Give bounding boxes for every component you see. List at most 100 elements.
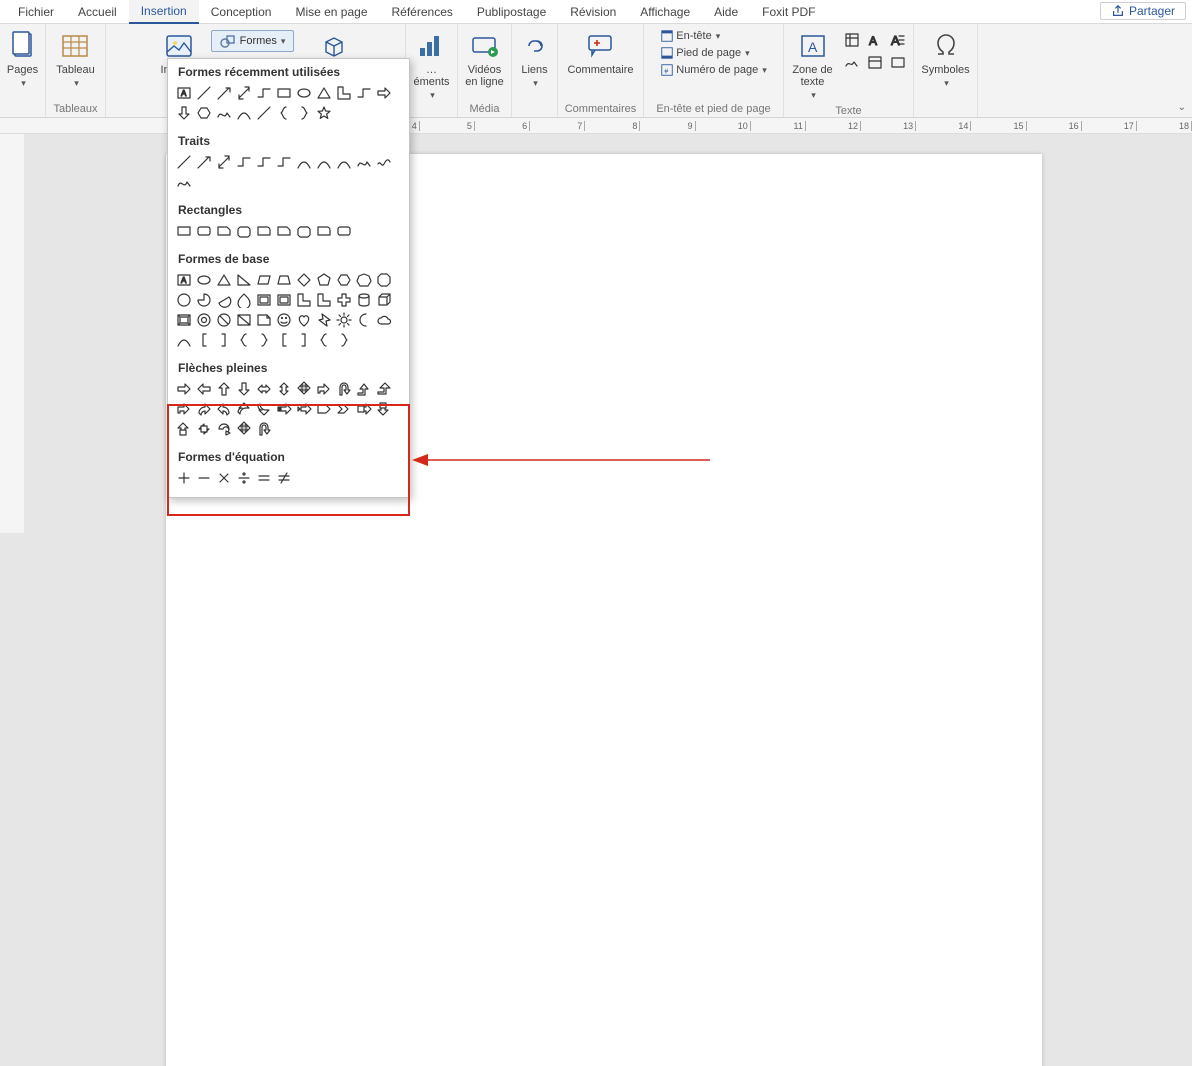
rect[interactable] bbox=[174, 221, 193, 240]
base-dblbrace-r[interactable] bbox=[334, 330, 353, 349]
arrow-callout-d[interactable] bbox=[374, 399, 393, 418]
rect-round-same[interactable] bbox=[314, 221, 333, 240]
arrow-leftup[interactable] bbox=[354, 379, 373, 398]
tab-conception[interactable]: Conception bbox=[199, 1, 284, 23]
arrow-pentagon[interactable] bbox=[314, 399, 333, 418]
base-lightning[interactable] bbox=[314, 310, 333, 329]
line-curve3[interactable] bbox=[334, 152, 353, 171]
line-scribble[interactable] bbox=[374, 152, 393, 171]
tab-fichier[interactable]: Fichier bbox=[6, 1, 66, 23]
base-bracket-r[interactable] bbox=[214, 330, 233, 349]
eq-plus[interactable] bbox=[174, 468, 193, 487]
complements-button[interactable]: …éments bbox=[409, 28, 453, 103]
arrow-curved-d[interactable] bbox=[254, 399, 273, 418]
base-smiley[interactable] bbox=[274, 310, 293, 329]
eq-minus[interactable] bbox=[194, 468, 213, 487]
quickparts-icon[interactable] bbox=[843, 30, 862, 49]
base-brace-r[interactable] bbox=[254, 330, 273, 349]
line-elbow3[interactable] bbox=[274, 152, 293, 171]
arrow-leftright[interactable] bbox=[254, 379, 273, 398]
shape-freeform[interactable] bbox=[214, 103, 233, 122]
line-elbow[interactable] bbox=[234, 152, 253, 171]
rect-round-diag[interactable] bbox=[334, 221, 353, 240]
base-bracket-l[interactable] bbox=[194, 330, 213, 349]
arrow-updown[interactable] bbox=[274, 379, 293, 398]
arrow-quad2[interactable] bbox=[234, 419, 253, 438]
entete-button[interactable]: En-tête bbox=[656, 28, 724, 44]
tab-revision[interactable]: Révision bbox=[558, 1, 628, 23]
base-plus[interactable] bbox=[334, 290, 353, 309]
tab-aide[interactable]: Aide bbox=[702, 1, 750, 23]
arrow-uturn2[interactable] bbox=[254, 419, 273, 438]
base-blockarc[interactable] bbox=[234, 310, 253, 329]
base-L[interactable] bbox=[294, 290, 313, 309]
arrow-up[interactable] bbox=[214, 379, 233, 398]
arrow-curved-u[interactable] bbox=[234, 399, 253, 418]
arrow-circular[interactable] bbox=[214, 419, 233, 438]
eq-divide[interactable] bbox=[234, 468, 253, 487]
shape-l[interactable] bbox=[334, 83, 353, 102]
arrow-callout-r[interactable] bbox=[354, 399, 373, 418]
tab-foxit[interactable]: Foxit PDF bbox=[750, 1, 827, 23]
base-moon[interactable] bbox=[354, 310, 373, 329]
numero-button[interactable]: # Numéro de page bbox=[656, 62, 770, 78]
arrow-curved-l[interactable] bbox=[214, 399, 233, 418]
shape-line2[interactable] bbox=[254, 103, 273, 122]
base-nosymbol[interactable] bbox=[214, 310, 233, 329]
shape-hexagon[interactable] bbox=[194, 103, 213, 122]
rect-snip1[interactable] bbox=[214, 221, 233, 240]
shape-star[interactable] bbox=[314, 103, 333, 122]
base-oct[interactable] bbox=[374, 270, 393, 289]
base-bevel[interactable] bbox=[174, 310, 193, 329]
liens-button[interactable]: Liens bbox=[515, 28, 555, 91]
arrow-right[interactable] bbox=[174, 379, 193, 398]
tab-insertion[interactable]: Insertion bbox=[129, 0, 199, 24]
eq-equal[interactable] bbox=[254, 468, 273, 487]
base-L2[interactable] bbox=[314, 290, 333, 309]
rect-round[interactable] bbox=[194, 221, 213, 240]
base-pentagon[interactable] bbox=[314, 270, 333, 289]
collapse-ribbon-button[interactable]: ⌄ bbox=[1178, 102, 1186, 113]
base-frame[interactable] bbox=[254, 290, 273, 309]
base-cloud[interactable] bbox=[374, 310, 393, 329]
base-trap[interactable] bbox=[274, 270, 293, 289]
rect-snip2[interactable] bbox=[234, 221, 253, 240]
line-freeform[interactable] bbox=[354, 152, 373, 171]
base-heart[interactable] bbox=[294, 310, 313, 329]
base-oval[interactable] bbox=[194, 270, 213, 289]
line-free2[interactable] bbox=[174, 172, 193, 191]
symboles-button[interactable]: Symboles bbox=[917, 28, 973, 91]
arrow-chevron[interactable] bbox=[334, 399, 353, 418]
signature-icon[interactable] bbox=[843, 52, 862, 71]
dropcap-icon[interactable]: A bbox=[889, 30, 908, 49]
base-hexagon[interactable] bbox=[334, 270, 353, 289]
base-sun[interactable] bbox=[334, 310, 353, 329]
base-tri[interactable] bbox=[214, 270, 233, 289]
arrow-uturn[interactable] bbox=[334, 379, 353, 398]
zone-texte-button[interactable]: A Zone de texte bbox=[788, 28, 836, 103]
rect-round1[interactable] bbox=[254, 221, 273, 240]
line-curve[interactable] bbox=[294, 152, 313, 171]
base-can[interactable] bbox=[354, 290, 373, 309]
video-button[interactable]: Vidéos en ligne bbox=[461, 28, 508, 90]
shape-textbox[interactable]: A bbox=[174, 83, 193, 102]
arrow-bent2[interactable] bbox=[174, 399, 193, 418]
shape-rectangle[interactable] bbox=[274, 83, 293, 102]
base-halfframe[interactable] bbox=[274, 290, 293, 309]
pied-button[interactable]: Pied de page bbox=[656, 45, 753, 61]
base-dbracket-r[interactable] bbox=[294, 330, 313, 349]
shape-line-double[interactable] bbox=[234, 83, 253, 102]
base-brace-l[interactable] bbox=[234, 330, 253, 349]
arrow-curved-r[interactable] bbox=[194, 399, 213, 418]
arrow-quad[interactable] bbox=[294, 379, 313, 398]
base-diamond[interactable] bbox=[294, 270, 313, 289]
arrow-callout-quad[interactable] bbox=[194, 419, 213, 438]
arrow-down[interactable] bbox=[234, 379, 253, 398]
tab-references[interactable]: Références bbox=[380, 1, 465, 23]
shape-arrow-right[interactable] bbox=[374, 83, 393, 102]
base-foldcorner[interactable] bbox=[254, 310, 273, 329]
commentaire-button[interactable]: Commentaire bbox=[563, 28, 637, 78]
base-para[interactable] bbox=[254, 270, 273, 289]
object-icon[interactable] bbox=[889, 52, 908, 71]
base-dblbrace-l[interactable] bbox=[314, 330, 333, 349]
